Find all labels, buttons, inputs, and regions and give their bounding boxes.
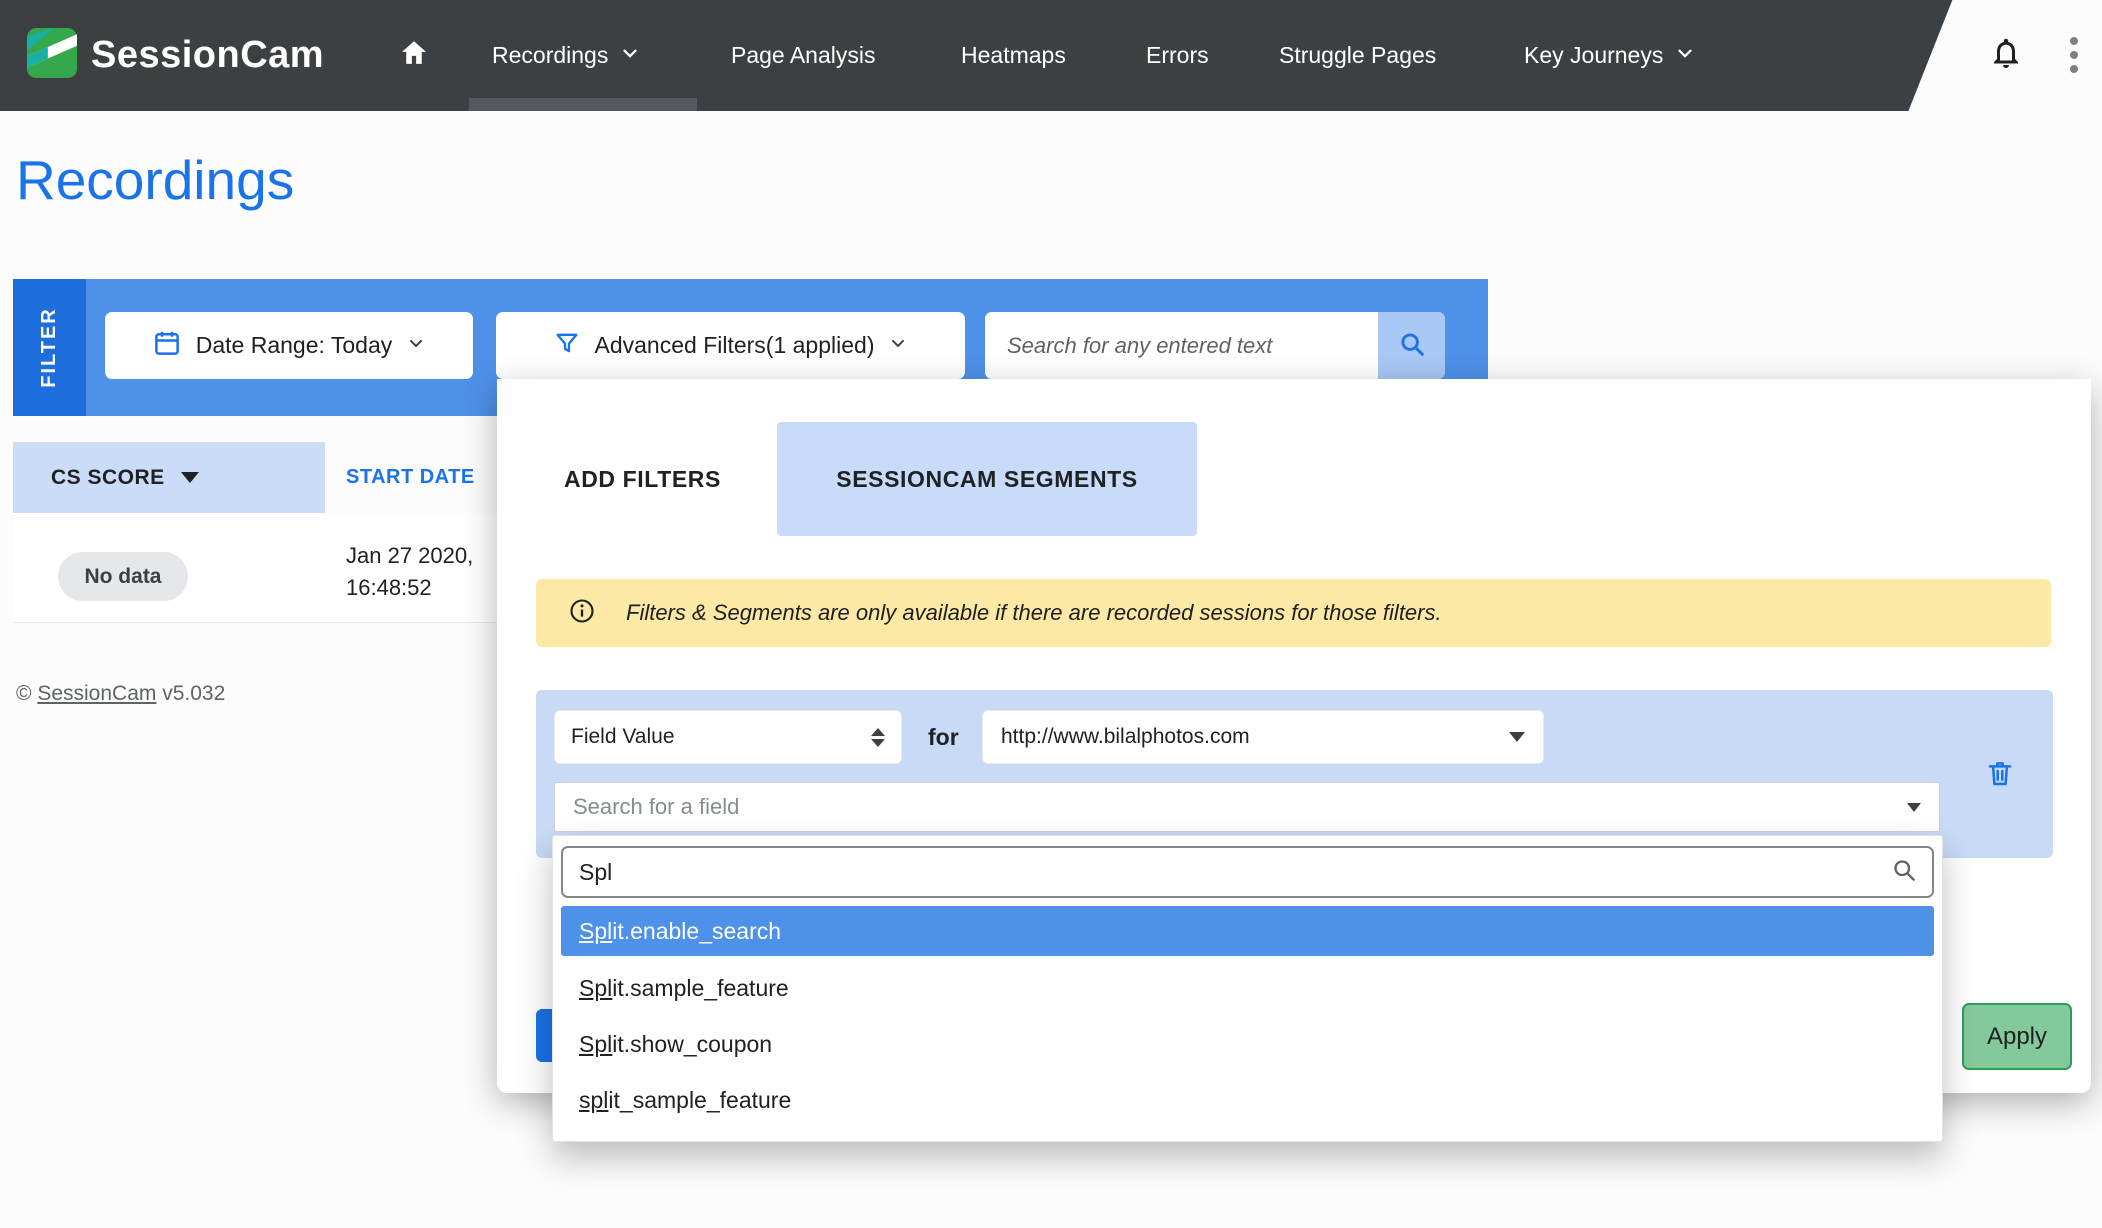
chevron-down-icon	[888, 332, 908, 359]
chevron-down-icon	[406, 332, 426, 359]
home-icon	[398, 37, 430, 75]
option-rest-text: it_sample_feature	[608, 1087, 791, 1114]
brand-logo[interactable]: SessionCam	[27, 0, 324, 111]
option-match-text: spl	[579, 1087, 608, 1114]
field-type-select[interactable]: Field Value	[554, 710, 902, 764]
kebab-dot	[2070, 51, 2078, 59]
nav-item-label: Errors	[1146, 42, 1209, 69]
footer-brand-link[interactable]: SessionCam	[37, 682, 156, 705]
field-search-combobox[interactable]: Search for a field	[554, 782, 1940, 832]
kebab-dot	[2070, 65, 2078, 73]
date-range-label: Date Range: Today	[196, 332, 393, 359]
sort-desc-icon	[181, 472, 199, 483]
field-option-split-enable-search[interactable]: Split.enable_search	[561, 906, 1934, 956]
option-match-text: Spl	[579, 918, 612, 945]
option-rest-text: it.sample_feature	[612, 975, 788, 1002]
more-options-button[interactable]	[2056, 24, 2092, 86]
nav-item-key-journeys[interactable]: Key Journeys	[1524, 0, 1696, 111]
nav-item-label: Recordings	[492, 42, 608, 69]
row-divider	[13, 622, 497, 623]
trash-icon	[1984, 757, 2016, 792]
cs-score-badge: No data	[58, 552, 188, 601]
tab-label: ADD FILTERS	[564, 466, 721, 493]
delete-filter-button[interactable]	[1974, 748, 2026, 800]
nav-item-struggle-pages[interactable]: Struggle Pages	[1279, 0, 1436, 111]
advanced-filters-label: Advanced Filters(1 applied)	[595, 332, 875, 359]
column-header-start-date[interactable]: START DATE	[346, 442, 475, 513]
filter-side-tab[interactable]: FILTER	[13, 279, 86, 416]
search-icon	[1890, 856, 1932, 889]
caret-down-icon	[1509, 732, 1525, 742]
option-rest-text: it.show_coupon	[612, 1031, 772, 1058]
bell-icon	[1988, 59, 2024, 74]
caret-down-icon	[1907, 803, 1921, 812]
page-title: Recordings	[16, 148, 294, 212]
info-banner: Filters & Segments are only available if…	[536, 579, 2051, 647]
nav-item-heatmaps[interactable]: Heatmaps	[961, 0, 1066, 111]
unfold-more-icon	[871, 728, 885, 747]
sessioncam-logo-icon	[27, 28, 77, 83]
column-label: CS SCORE	[51, 466, 165, 490]
nav-home-button[interactable]	[398, 0, 430, 111]
site-select[interactable]: http://www.bilalphotos.com	[982, 710, 1544, 764]
search-icon	[1397, 329, 1427, 362]
info-banner-text: Filters & Segments are only available if…	[626, 600, 1442, 626]
field-type-value: Field Value	[571, 725, 675, 749]
segment-filter-row: Field Value for http://www.bilalphotos.c…	[536, 690, 2053, 858]
version-label: v5.032	[162, 682, 225, 705]
start-date-cell: Jan 27 2020, 16:48:52	[346, 540, 473, 604]
tab-sessioncam-segments[interactable]: SESSIONCAM SEGMENTS	[777, 422, 1197, 536]
notifications-button[interactable]	[1982, 26, 2026, 82]
field-options-dropdown: Split.enable_search Split.sample_feature…	[552, 835, 1943, 1142]
option-match-text: Spl	[579, 975, 612, 1002]
start-date-line1: Jan 27 2020,	[346, 540, 473, 572]
chevron-down-icon	[1674, 42, 1696, 70]
copyright-symbol: ©	[16, 682, 31, 705]
option-rest-text: it.enable_search	[612, 918, 781, 945]
nav-item-page-analysis[interactable]: Page Analysis	[731, 0, 875, 111]
apply-button[interactable]: Apply	[1962, 1003, 2072, 1070]
calendar-icon	[152, 328, 182, 364]
filter-funnel-icon	[553, 329, 581, 363]
nav-item-label: Struggle Pages	[1279, 42, 1436, 69]
advanced-filters-button[interactable]: Advanced Filters(1 applied)	[496, 312, 965, 379]
field-option-split-sample-feature-2[interactable]: split_sample_feature	[561, 1075, 1934, 1125]
field-combobox-placeholder: Search for a field	[573, 794, 739, 820]
field-search-input[interactable]	[563, 859, 1890, 886]
search-submit-button[interactable]	[1378, 312, 1445, 379]
brand-name: SessionCam	[91, 34, 324, 77]
info-icon	[568, 597, 596, 630]
filter-tab-label: FILTER	[38, 307, 61, 388]
field-option-split-sample-feature[interactable]: Split.sample_feature	[561, 963, 1934, 1013]
for-label: for	[928, 710, 959, 764]
field-option-split-show-coupon[interactable]: Split.show_coupon	[561, 1019, 1934, 1069]
top-nav: SessionCam Recordings Page Analysis Heat…	[0, 0, 2102, 111]
nav-item-label: Page Analysis	[731, 42, 875, 69]
chevron-down-icon	[619, 42, 641, 70]
footer: © SessionCam v5.032	[16, 682, 225, 706]
text-search-box	[985, 312, 1445, 379]
column-label: START DATE	[346, 466, 475, 489]
column-header-cs-score[interactable]: CS SCORE	[13, 442, 325, 513]
tab-label: SESSIONCAM SEGMENTS	[836, 466, 1138, 493]
date-range-button[interactable]: Date Range: Today	[105, 312, 473, 379]
site-select-value: http://www.bilalphotos.com	[1001, 725, 1250, 749]
kebab-dot	[2070, 37, 2078, 45]
field-search-box	[561, 846, 1934, 898]
tab-add-filters[interactable]: ADD FILTERS	[558, 422, 727, 536]
nav-item-label: Heatmaps	[961, 42, 1066, 69]
nav-item-recordings[interactable]: Recordings	[492, 0, 641, 111]
table-row[interactable]: No data Jan 27 2020, 16:48:52	[13, 513, 497, 623]
screen: SessionCam Recordings Page Analysis Heat…	[0, 0, 2102, 1228]
nav-item-label: Key Journeys	[1524, 42, 1663, 69]
search-input[interactable]	[985, 312, 1378, 379]
nav-item-errors[interactable]: Errors	[1146, 0, 1209, 111]
option-match-text: Spl	[579, 1031, 612, 1058]
start-date-line2: 16:48:52	[346, 572, 473, 604]
